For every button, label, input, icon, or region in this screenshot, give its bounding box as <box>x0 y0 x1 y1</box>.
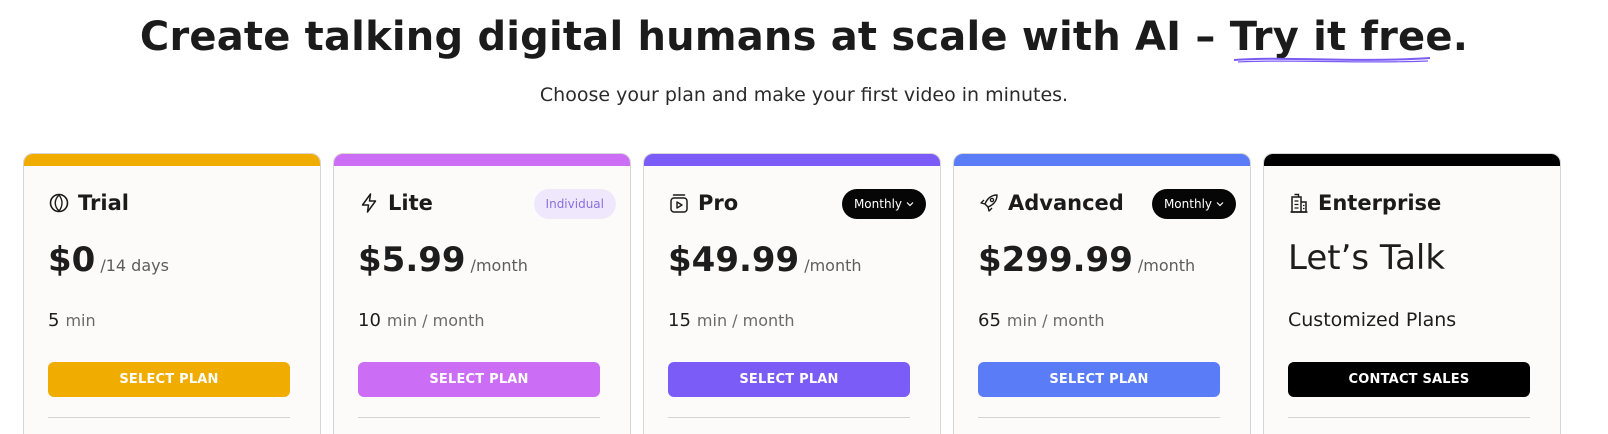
billing-period-dropdown[interactable]: Monthly <box>1151 189 1236 219</box>
card-divider <box>48 417 290 418</box>
plan-header: Trial <box>48 191 129 215</box>
billing-period-dropdown[interactable]: Monthly <box>841 189 926 219</box>
plan-name: Pro <box>698 191 739 215</box>
plan-card-advanced: Advanced Monthly $299.99 /month 65 min /… <box>953 153 1251 434</box>
pricing-cards: Trial $0 /14 days 5 min SELECT PLAN Lite… <box>23 153 1593 434</box>
plan-price: $299.99 <box>978 240 1133 280</box>
plan-period: /month <box>804 256 862 275</box>
minutes-value: 10 <box>358 310 381 331</box>
select-plan-button-pro[interactable]: SELECT PLAN <box>668 362 910 397</box>
plan-minutes: 65 min / month <box>978 310 1105 331</box>
plan-accent-bar <box>954 154 1250 166</box>
plan-name: Advanced <box>1008 191 1124 215</box>
plan-period: /14 days <box>100 256 169 275</box>
plan-accent-bar <box>644 154 940 166</box>
plan-period: /month <box>1137 256 1196 275</box>
price-row: $0 /14 days <box>48 240 169 280</box>
try-free-link[interactable]: Try it free <box>1230 14 1453 63</box>
minutes-value: 5 <box>48 310 60 331</box>
plan-header: Lite <box>358 191 433 215</box>
minutes-value: 15 <box>668 310 691 331</box>
contact-sales-button[interactable]: CONTACT SALES <box>1288 362 1530 397</box>
leaf-icon <box>48 192 70 214</box>
plan-minutes: 10 min / month <box>358 310 485 331</box>
plan-card-pro: Pro Monthly $49.99 /month 15 min / month… <box>643 153 941 434</box>
select-plan-button-trial[interactable]: SELECT PLAN <box>48 362 290 397</box>
plan-price: $0 <box>48 240 96 280</box>
minutes-unit: min / month <box>696 311 795 330</box>
page-subheadline: Choose your plan and make your first vid… <box>539 84 1069 106</box>
card-divider <box>358 417 600 418</box>
billing-period-value: Monthly <box>1163 197 1212 211</box>
plan-header: Pro <box>668 191 738 215</box>
headline-text: Create talking digital humans at scale w… <box>139 14 1230 60</box>
plan-accent-bar <box>1264 154 1560 166</box>
buildings-icon <box>1288 192 1310 214</box>
plan-name: Trial <box>78 191 129 215</box>
plan-headline: Let’s Talk <box>1288 238 1446 278</box>
plan-accent-bar <box>24 154 320 166</box>
rocket-icon <box>978 192 1000 214</box>
plan-description: Customized Plans <box>1288 309 1457 331</box>
price-row: $299.99 /month <box>978 240 1195 280</box>
price-row: $5.99 /month <box>358 240 528 280</box>
minutes-value: 65 <box>978 310 1001 331</box>
plan-period: /month <box>470 256 528 275</box>
chevron-down-icon <box>906 197 914 211</box>
plan-header: Advanced <box>978 191 1124 215</box>
plan-card-trial: Trial $0 /14 days 5 min SELECT PLAN <box>23 153 321 434</box>
plan-type-badge: Individual <box>533 189 616 219</box>
plan-header: Enterprise <box>1288 191 1441 215</box>
plan-name: Enterprise <box>1318 191 1442 215</box>
plan-card-enterprise: Enterprise Let’s Talk Customized Plans C… <box>1263 153 1561 434</box>
card-divider <box>668 417 910 418</box>
plan-minutes: 5 min <box>48 310 96 331</box>
page-headline: Create talking digital humans at scale w… <box>0 14 1608 63</box>
plan-name: Lite <box>388 191 433 215</box>
lightning-icon <box>358 192 380 214</box>
headline-period: . <box>1452 14 1469 60</box>
card-divider <box>1288 417 1530 418</box>
minutes-unit: min / month <box>1006 311 1105 330</box>
minutes-unit: min <box>65 311 96 330</box>
plan-price: $5.99 <box>358 240 466 280</box>
plan-price: $49.99 <box>668 240 800 280</box>
card-divider <box>978 417 1220 418</box>
plan-accent-bar <box>334 154 630 166</box>
squiggle-underline-icon <box>1233 57 1430 63</box>
price-row: $49.99 /month <box>668 240 862 280</box>
plan-minutes: 15 min / month <box>668 310 795 331</box>
chevron-down-icon <box>1216 197 1224 211</box>
plan-card-lite: Lite Individual $5.99 /month 10 min / mo… <box>333 153 631 434</box>
minutes-unit: min / month <box>386 311 485 330</box>
select-plan-button-advanced[interactable]: SELECT PLAN <box>978 362 1220 397</box>
billing-period-value: Monthly <box>853 197 902 211</box>
select-plan-button-lite[interactable]: SELECT PLAN <box>358 362 600 397</box>
video-stack-icon <box>668 192 690 214</box>
